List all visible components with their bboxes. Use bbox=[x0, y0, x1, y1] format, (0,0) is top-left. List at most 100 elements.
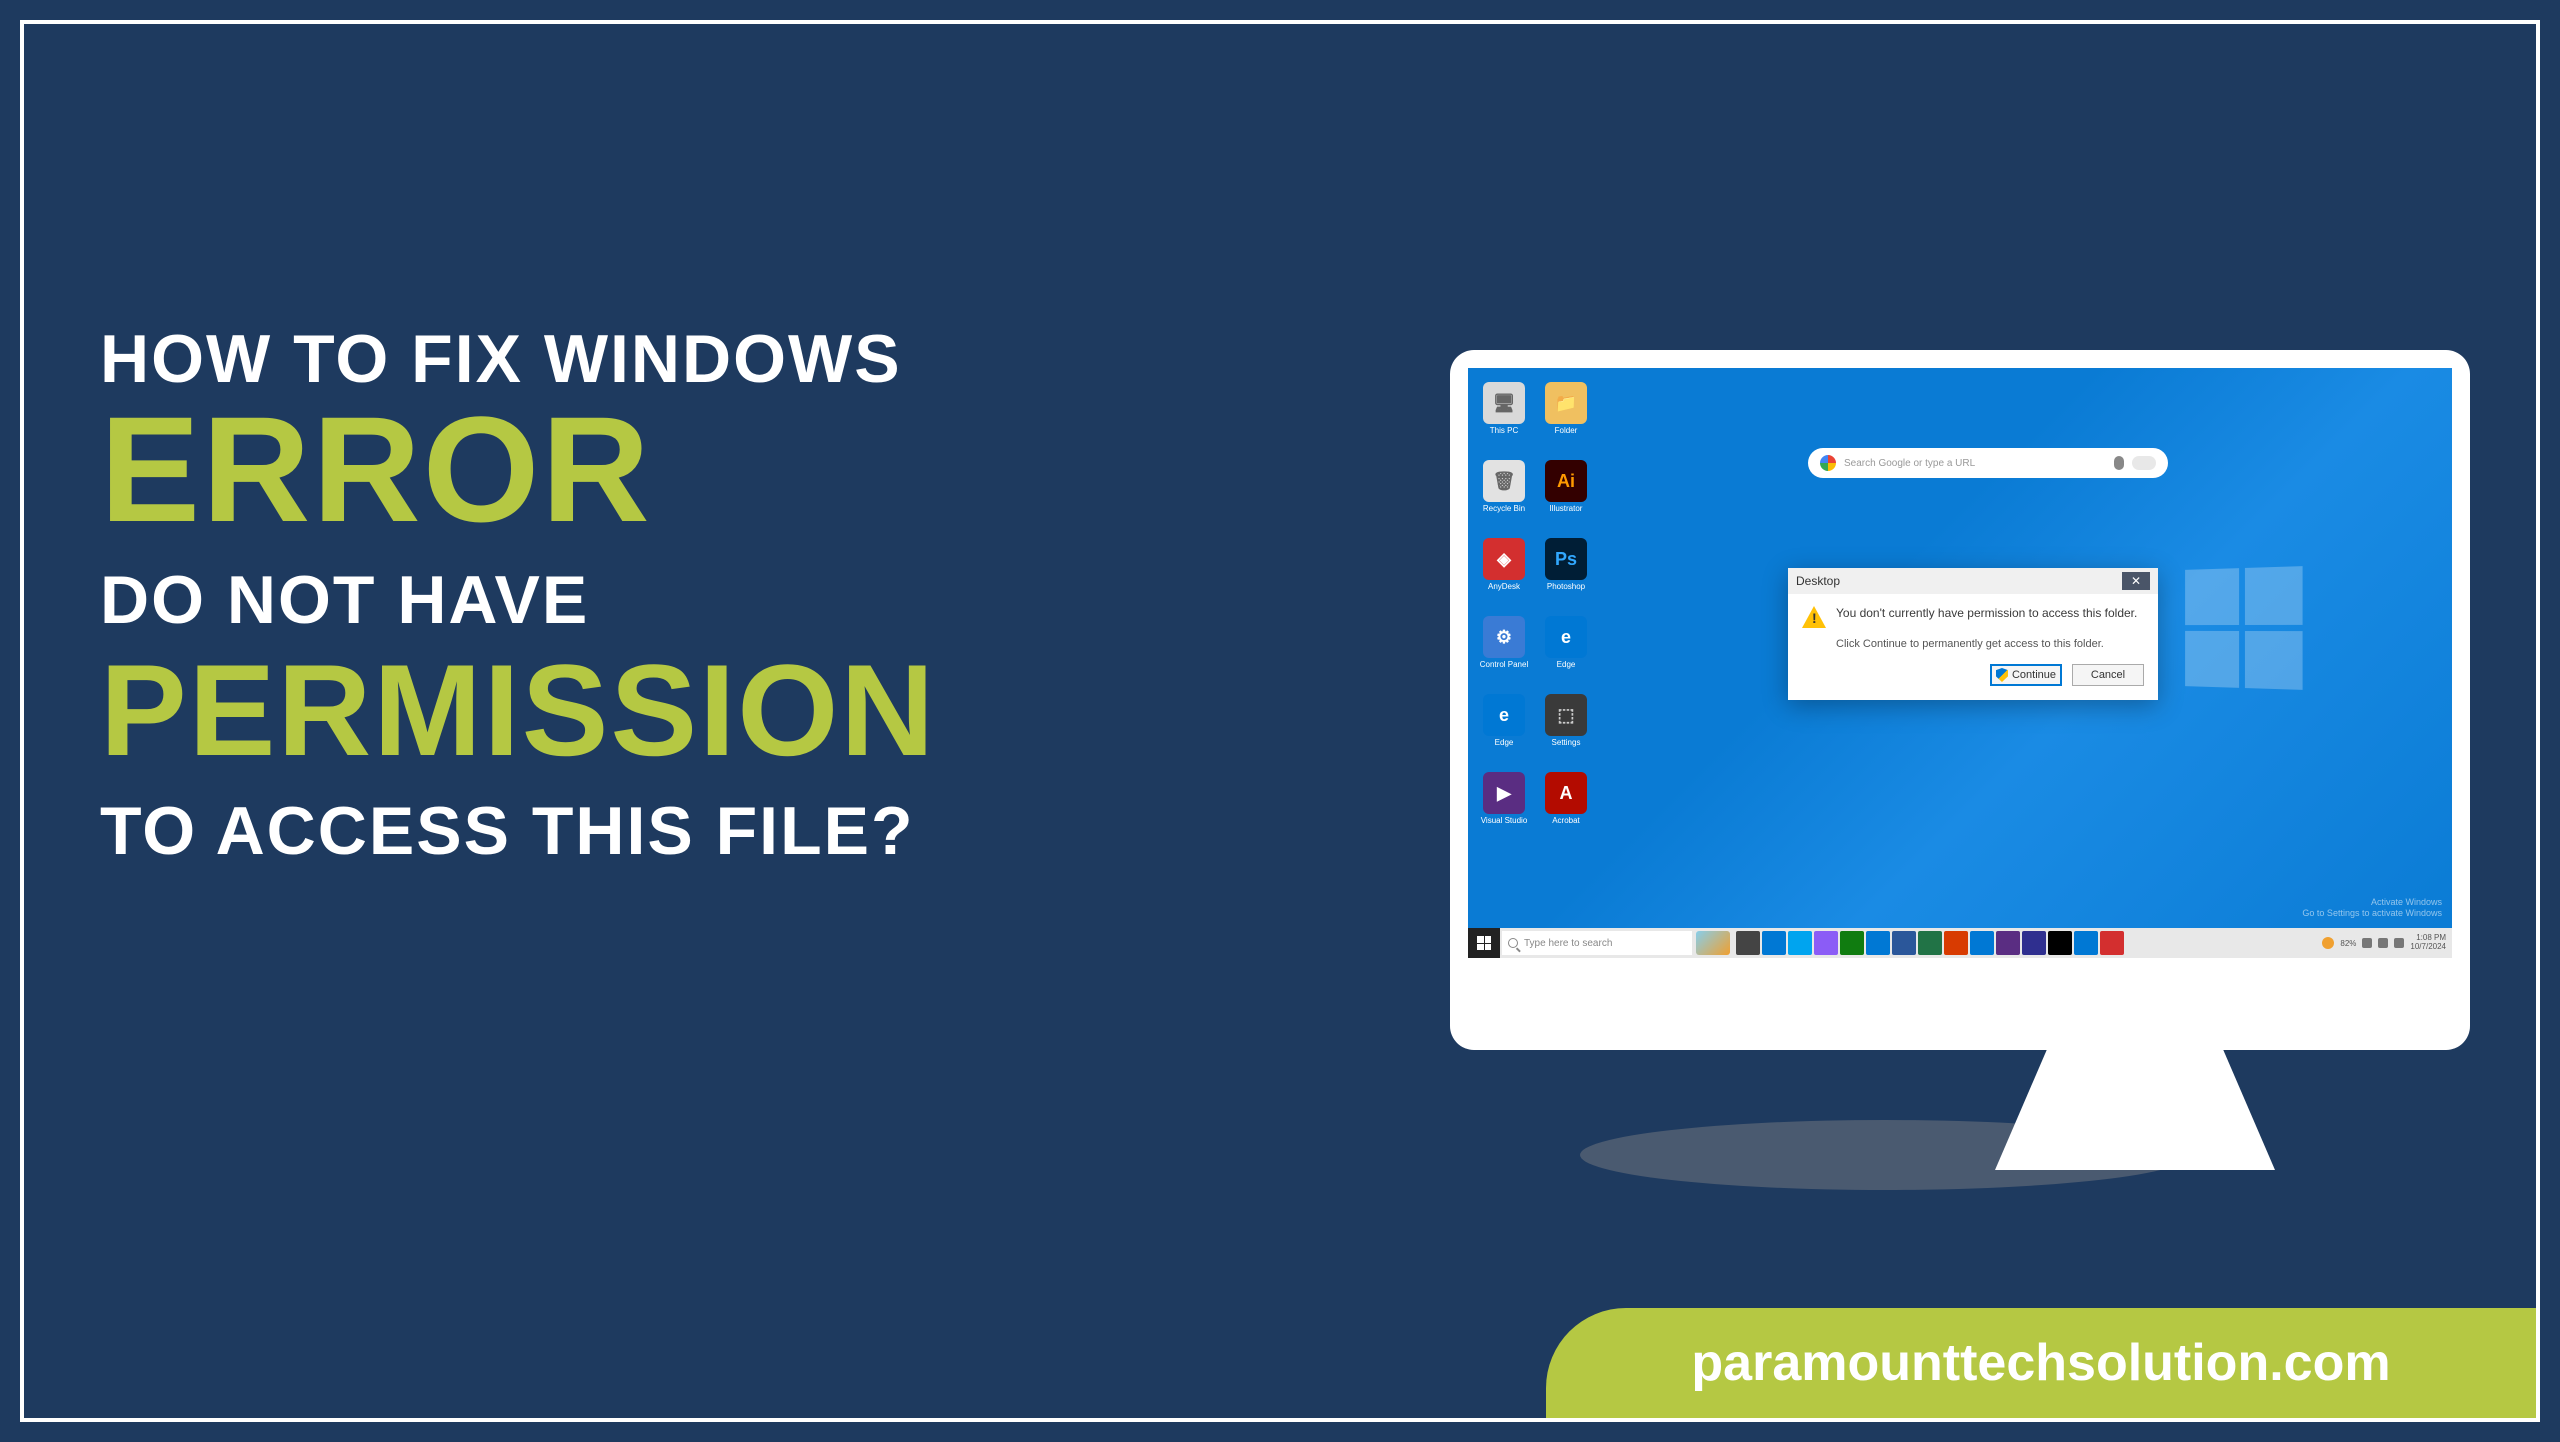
continue-label: Continue bbox=[2012, 669, 2056, 681]
app-icon: 🗑 bbox=[1483, 460, 1525, 502]
search-placeholder: Search Google or type a URL bbox=[1844, 458, 2106, 469]
date-text: 10/7/2024 bbox=[2410, 943, 2446, 952]
taskbar-app-icon[interactable] bbox=[2048, 931, 2072, 955]
heading-line-5: TO ACCESS THIS FILE? bbox=[100, 792, 1500, 870]
dialog-sub-message: Click Continue to permanently get access… bbox=[1836, 638, 2144, 650]
app-icon: e bbox=[1545, 616, 1587, 658]
cancel-label: Cancel bbox=[2091, 669, 2125, 681]
icon-label: AnyDesk bbox=[1476, 582, 1532, 591]
desktop-icon[interactable]: ▶ Visual Studio bbox=[1476, 772, 1532, 842]
battery-icon bbox=[2394, 938, 2404, 948]
warning-icon bbox=[1802, 606, 1826, 628]
desktop-icon[interactable]: 📁 Folder bbox=[1538, 382, 1594, 452]
taskbar-pinned-apps bbox=[1736, 931, 2124, 955]
desktop-icon[interactable]: Ps Photoshop bbox=[1538, 538, 1594, 608]
app-icon: A bbox=[1545, 772, 1587, 814]
icon-label: Edge bbox=[1538, 660, 1594, 669]
google-icon bbox=[1820, 455, 1836, 471]
icon-label: Folder bbox=[1538, 426, 1594, 435]
desktop-icon[interactable]: A Acrobat bbox=[1538, 772, 1594, 842]
search-icon bbox=[1508, 938, 1518, 948]
system-tray[interactable]: 82% 1:08 PM 10/7/2024 bbox=[2322, 934, 2446, 952]
weather-widget[interactable] bbox=[1696, 931, 1730, 955]
start-button[interactable] bbox=[1468, 928, 1500, 958]
taskbar-search-placeholder: Type here to search bbox=[1524, 938, 1612, 949]
permission-dialog: Desktop ✕ You don't currently have permi… bbox=[1788, 568, 2158, 700]
desktop-icon[interactable]: ⬚ Settings bbox=[1538, 694, 1594, 764]
main-heading: HOW TO FIX WINDOWS ERROR DO NOT HAVE PER… bbox=[100, 320, 1500, 870]
taskbar-search[interactable]: Type here to search bbox=[1502, 931, 1692, 955]
clock: 1:08 PM 10/7/2024 bbox=[2410, 934, 2446, 952]
cancel-button[interactable]: Cancel bbox=[2072, 664, 2144, 686]
desktop-icon[interactable]: ◈ AnyDesk bbox=[1476, 538, 1532, 608]
battery-percent: 82% bbox=[2340, 939, 2356, 948]
app-icon: ◈ bbox=[1483, 538, 1525, 580]
icon-label: Settings bbox=[1538, 738, 1594, 747]
monitor-bezel: 🖥 This PC 🗑 Recycle Bin ◈ AnyDesk ⚙ Control Pan… bbox=[1450, 350, 2470, 1050]
taskbar-app-icon[interactable] bbox=[1892, 931, 1916, 955]
icon-label: Edge bbox=[1476, 738, 1532, 747]
taskbar-app-icon[interactable] bbox=[1970, 931, 1994, 955]
desktop-icon-grid: 🖥 This PC 🗑 Recycle Bin ◈ AnyDesk ⚙ Control Pan… bbox=[1476, 382, 1594, 842]
watermark-line1: Activate Windows bbox=[2262, 897, 2442, 909]
tray-icon bbox=[2322, 937, 2334, 949]
desktop-icon[interactable]: 🖥 This PC bbox=[1476, 382, 1532, 452]
taskbar: Type here to search 82% 1:08 PM 10/7/202… bbox=[1468, 928, 2452, 958]
taskbar-app-icon[interactable] bbox=[2074, 931, 2098, 955]
icon-label: Recycle Bin bbox=[1476, 504, 1532, 513]
app-icon: ▶ bbox=[1483, 772, 1525, 814]
mic-icon bbox=[2114, 456, 2124, 470]
app-icon: ⬚ bbox=[1545, 694, 1587, 736]
sound-icon bbox=[2378, 938, 2388, 948]
continue-button[interactable]: Continue bbox=[1990, 664, 2062, 686]
taskbar-app-icon[interactable] bbox=[1736, 931, 1760, 955]
search-extras-icon bbox=[2132, 456, 2156, 470]
watermark-line2: Go to Settings to activate Windows bbox=[2262, 908, 2442, 920]
icon-label: Visual Studio bbox=[1476, 816, 1532, 825]
taskbar-app-icon[interactable] bbox=[1918, 931, 1942, 955]
taskbar-app-icon[interactable] bbox=[1944, 931, 1968, 955]
close-icon: ✕ bbox=[2131, 574, 2141, 588]
heading-line-3: DO NOT HAVE bbox=[100, 561, 1500, 639]
desktop-icon[interactable]: Ai Illustrator bbox=[1538, 460, 1594, 530]
app-icon: e bbox=[1483, 694, 1525, 736]
taskbar-app-icon[interactable] bbox=[1788, 931, 1812, 955]
dialog-close-button[interactable]: ✕ bbox=[2122, 572, 2150, 590]
windows-logo-wallpaper bbox=[2185, 566, 2302, 690]
dialog-title-text: Desktop bbox=[1796, 574, 1840, 588]
icon-label: Illustrator bbox=[1538, 504, 1594, 513]
shield-icon bbox=[1996, 668, 2008, 682]
app-icon: Ai bbox=[1545, 460, 1587, 502]
taskbar-app-icon[interactable] bbox=[1866, 931, 1890, 955]
heading-line-4: PERMISSION bbox=[100, 649, 1500, 773]
desktop-search-widget[interactable]: Search Google or type a URL bbox=[1808, 448, 2168, 478]
icon-label: This PC bbox=[1476, 426, 1532, 435]
desktop-icon[interactable]: e Edge bbox=[1476, 694, 1532, 764]
brand-url: paramounttechsolution.com bbox=[1691, 1333, 2390, 1393]
app-icon: ⚙ bbox=[1483, 616, 1525, 658]
windows-start-icon bbox=[1477, 936, 1491, 950]
taskbar-app-icon[interactable] bbox=[1814, 931, 1838, 955]
icon-label: Acrobat bbox=[1538, 816, 1594, 825]
app-icon: 🖥 bbox=[1483, 382, 1525, 424]
desktop-icon[interactable]: e Edge bbox=[1538, 616, 1594, 686]
taskbar-app-icon[interactable] bbox=[1996, 931, 2020, 955]
heading-line-2: ERROR bbox=[100, 398, 1500, 541]
app-icon: 📁 bbox=[1545, 382, 1587, 424]
desktop-screen: 🖥 This PC 🗑 Recycle Bin ◈ AnyDesk ⚙ Control Pan… bbox=[1468, 368, 2452, 958]
dialog-titlebar: Desktop ✕ bbox=[1788, 568, 2158, 594]
taskbar-app-icon[interactable] bbox=[2100, 931, 2124, 955]
taskbar-app-icon[interactable] bbox=[1840, 931, 1864, 955]
app-icon: Ps bbox=[1545, 538, 1587, 580]
dialog-body: You don't currently have permission to a… bbox=[1788, 594, 2158, 700]
icon-label: Control Panel bbox=[1476, 660, 1532, 669]
desktop-icon[interactable]: 🗑 Recycle Bin bbox=[1476, 460, 1532, 530]
brand-footer: paramounttechsolution.com bbox=[1546, 1308, 2536, 1418]
taskbar-app-icon[interactable] bbox=[2022, 931, 2046, 955]
desktop-icon[interactable]: ⚙ Control Panel bbox=[1476, 616, 1532, 686]
icon-label: Photoshop bbox=[1538, 582, 1594, 591]
taskbar-app-icon[interactable] bbox=[1762, 931, 1786, 955]
activation-watermark: Activate Windows Go to Settings to activ… bbox=[2262, 897, 2442, 920]
wifi-icon bbox=[2362, 938, 2372, 948]
dialog-message: You don't currently have permission to a… bbox=[1836, 606, 2137, 622]
